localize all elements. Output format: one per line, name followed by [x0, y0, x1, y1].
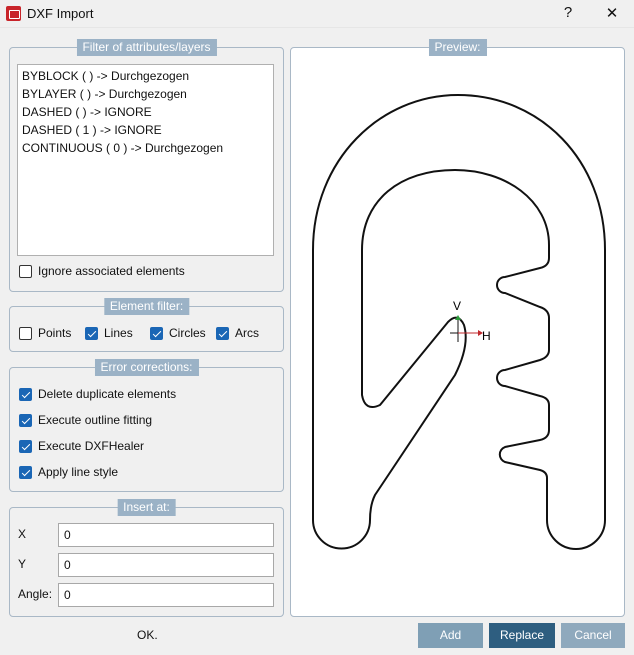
preview-drawing: V H [312, 93, 606, 550]
replace-button[interactable]: Replace [489, 623, 555, 648]
profile-outline [312, 93, 606, 550]
add-button[interactable]: Add [418, 623, 483, 648]
h-axis-label: H [482, 329, 491, 343]
v-axis-label: V [453, 299, 461, 313]
ok-status: OK. [137, 628, 158, 642]
cancel-button[interactable]: Cancel [561, 623, 625, 648]
